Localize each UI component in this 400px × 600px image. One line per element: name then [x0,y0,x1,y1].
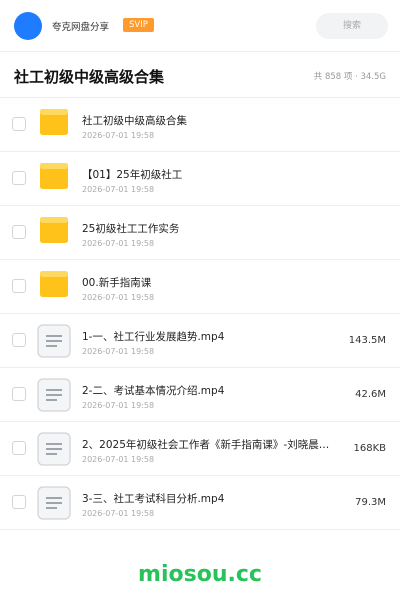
folder-icon [40,109,68,135]
item-date: 2026-07-01 19:58 [82,347,155,356]
search-input[interactable]: 搜索 [316,13,388,39]
document-icon [37,432,71,466]
item-checkbox[interactable] [12,279,26,293]
item-date: 2026-07-01 19:58 [82,401,155,410]
folder-icon [40,271,68,297]
item-date: 2026-07-01 19:58 [82,293,155,302]
item-name: 社工初级中级高级合集 [82,115,187,127]
list-item[interactable]: 2-二、考试基本情况介绍.mp4 2026-07-01 19:58 42.6M [0,368,400,422]
item-date: 2026-07-01 19:58 [82,131,155,140]
item-name: 【01】25年初级社工 [82,169,183,181]
item-checkbox[interactable] [12,333,26,347]
item-date: 2026-07-01 19:58 [82,239,155,248]
list-item[interactable]: 社工初级中级高级合集 2026-07-01 19:58 [0,98,400,152]
item-size: 168KB [353,443,386,454]
document-icon [37,378,71,412]
list-item[interactable]: 1-一、社工行业发展趋势.mp4 2026-07-01 19:58 143.5M [0,314,400,368]
list-item[interactable]: 00.新手指南课 2026-07-01 19:58 [0,260,400,314]
folder-icon [40,217,68,243]
page-title: 社工初级中级高级合集 [14,68,165,86]
file-list: 社工初级中级高级合集 2026-07-01 19:58 【01】25年初级社工 … [0,98,400,530]
item-checkbox[interactable] [12,171,26,185]
item-name: 2-二、考试基本情况介绍.mp4 [82,385,225,397]
vip-badge: SVIP [123,18,154,32]
list-item[interactable]: 3-三、社工考试科目分析.mp4 2026-07-01 19:58 79.3M [0,476,400,530]
folder-summary: 共 858 项 · 34.5G [313,72,386,82]
sharer-name: 夸克网盘分享 [52,22,110,33]
folder-header: 社工初级中级高级合集 共 858 项 · 34.5G [0,52,400,98]
item-checkbox[interactable] [12,225,26,239]
item-name: 00.新手指南课 [82,277,152,289]
item-name: 25初级社工工作实务 [82,223,180,235]
item-size: 42.6M [355,389,386,400]
item-checkbox[interactable] [12,441,26,455]
item-size: 79.3M [355,497,386,508]
item-checkbox[interactable] [12,387,26,401]
item-date: 2026-07-01 19:58 [82,185,155,194]
item-name: 3-三、社工考试科目分析.mp4 [82,493,225,505]
list-item[interactable]: 【01】25年初级社工 2026-07-01 19:58 [0,152,400,206]
item-date: 2026-07-01 19:58 [82,455,155,464]
item-name: 2、2025年初级社会工作者《新手指南课》-刘晓晨… [82,439,330,451]
item-checkbox[interactable] [12,495,26,509]
folder-icon [40,163,68,189]
list-item[interactable]: 25初级社工工作实务 2026-07-01 19:58 [0,206,400,260]
avatar[interactable] [14,12,42,40]
document-icon [37,486,71,520]
watermark: miosou.cc [138,562,262,587]
item-checkbox[interactable] [12,117,26,131]
item-size: 143.5M [348,335,386,346]
document-icon [37,324,71,358]
list-item[interactable]: 2、2025年初级社会工作者《新手指南课》-刘晓晨… 2026-07-01 19… [0,422,400,476]
top-bar: 夸克网盘分享 SVIP 搜索 [0,0,400,52]
item-date: 2026-07-01 19:58 [82,509,155,518]
item-name: 1-一、社工行业发展趋势.mp4 [82,331,225,343]
